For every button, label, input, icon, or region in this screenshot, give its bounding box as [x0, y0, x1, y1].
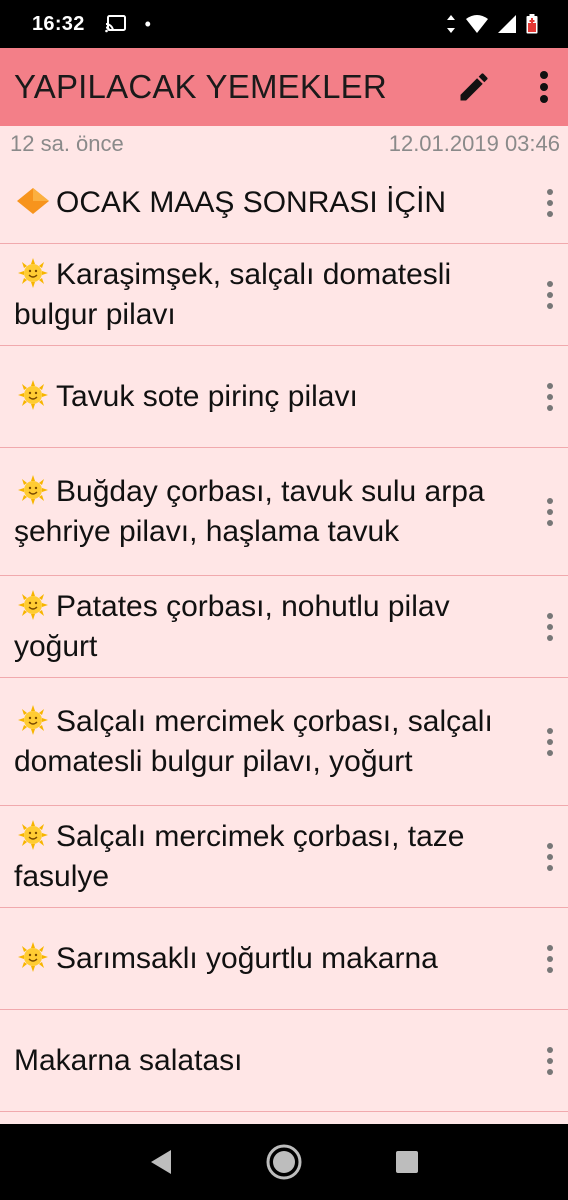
list-item-label: Patates çorbası, nohutlu pilav yoğurt	[14, 589, 450, 663]
list-item[interactable]: Tavuk sote pirinç pilavı	[0, 346, 568, 448]
list-item-label: Makarna salatası	[14, 1043, 243, 1077]
data-arrows-icon	[446, 15, 456, 33]
list-item-text: Karaşimşek, salçalı domatesli bulgur pil…	[14, 255, 520, 335]
status-icons	[446, 14, 538, 34]
app-title: YAPILACAK YEMEKLER	[14, 68, 387, 105]
note-meta: 12 sa. önce 12.01.2019 03:46	[0, 126, 568, 162]
sun-icon	[18, 379, 48, 410]
list-item[interactable]: Karaşimşek, salçalı domatesli bulgur pil…	[0, 244, 568, 346]
list-item-text: Sarımsaklı yoğurtlu makarna	[14, 939, 438, 979]
home-icon[interactable]	[254, 1132, 314, 1192]
list-item[interactable]: Salçalı mercimek çorbası, salçalı domate…	[0, 678, 568, 806]
list-item[interactable]: OCAK MAAŞ SONRASI İÇİN	[0, 162, 568, 244]
list-item-label: Karaşimşek, salçalı domatesli bulgur pil…	[14, 257, 452, 331]
edit-icon[interactable]	[450, 63, 498, 111]
list-item-label: Salçalı mercimek çorbası, salçalı domate…	[14, 704, 493, 778]
recents-icon[interactable]	[377, 1132, 437, 1192]
wifi-icon	[466, 15, 488, 33]
item-more-icon[interactable]	[540, 722, 560, 762]
sun-icon	[18, 819, 48, 850]
item-more-icon[interactable]	[540, 1041, 560, 1081]
notification-dot: •	[144, 14, 151, 34]
list-item[interactable]: Patates çorbası, nohutlu pilav yoğurt	[0, 576, 568, 678]
dish-list: OCAK MAAŞ SONRASI İÇİN Karaşimşek, salça…	[0, 162, 568, 1112]
diamond-icon	[17, 187, 49, 214]
list-item-label: Tavuk sote pirinç pilavı	[56, 379, 358, 413]
item-more-icon[interactable]	[540, 183, 560, 223]
sun-icon	[18, 941, 48, 972]
list-item[interactable]: Salçalı mercimek çorbası, taze fasulye	[0, 806, 568, 908]
item-more-icon[interactable]	[540, 492, 560, 532]
sun-icon	[18, 589, 48, 620]
list-item-text: Buğday çorbası, tavuk sulu arpa şehriye …	[14, 472, 520, 552]
relative-time: 12 sa. önce	[10, 131, 124, 156]
list-item[interactable]: Buğday çorbası, tavuk sulu arpa şehriye …	[0, 448, 568, 576]
item-more-icon[interactable]	[540, 377, 560, 417]
battery-icon	[526, 14, 538, 34]
item-more-icon[interactable]	[540, 275, 560, 315]
item-more-icon[interactable]	[540, 837, 560, 877]
list-item-text: Salçalı mercimek çorbası, taze fasulye	[14, 817, 520, 897]
back-icon[interactable]	[131, 1132, 191, 1192]
sun-icon	[18, 704, 48, 735]
list-item-text: Tavuk sote pirinç pilavı	[14, 377, 358, 417]
sun-icon	[18, 257, 48, 288]
list-item-text: Patates çorbası, nohutlu pilav yoğurt	[14, 587, 520, 667]
list-item-label: Sarımsaklı yoğurtlu makarna	[56, 941, 438, 975]
list-item-label: Salçalı mercimek çorbası, taze fasulye	[14, 819, 465, 893]
item-more-icon[interactable]	[540, 939, 560, 979]
status-bar: 16:32 •	[0, 0, 568, 48]
list-item-text: OCAK MAAŞ SONRASI İÇİN	[14, 183, 446, 223]
list-item[interactable]: Sarımsaklı yoğurtlu makarna	[0, 908, 568, 1010]
sun-icon	[18, 474, 48, 505]
list-item[interactable]: Makarna salatası	[0, 1010, 568, 1112]
system-nav-bar	[0, 1124, 568, 1200]
status-time: 16:32	[32, 12, 85, 35]
signal-icon	[498, 15, 516, 33]
list-item-label: Buğday çorbası, tavuk sulu arpa şehriye …	[14, 474, 485, 548]
more-vert-icon[interactable]	[524, 63, 564, 111]
item-more-icon[interactable]	[540, 607, 560, 647]
cast-icon	[104, 14, 127, 34]
app-bar: YAPILACAK YEMEKLER	[0, 48, 568, 126]
list-item-text: Makarna salatası	[14, 1041, 242, 1081]
list-item-label: OCAK MAAŞ SONRASI İÇİN	[56, 185, 447, 219]
timestamp: 12.01.2019 03:46	[388, 131, 560, 156]
list-item-text: Salçalı mercimek çorbası, salçalı domate…	[14, 702, 520, 782]
